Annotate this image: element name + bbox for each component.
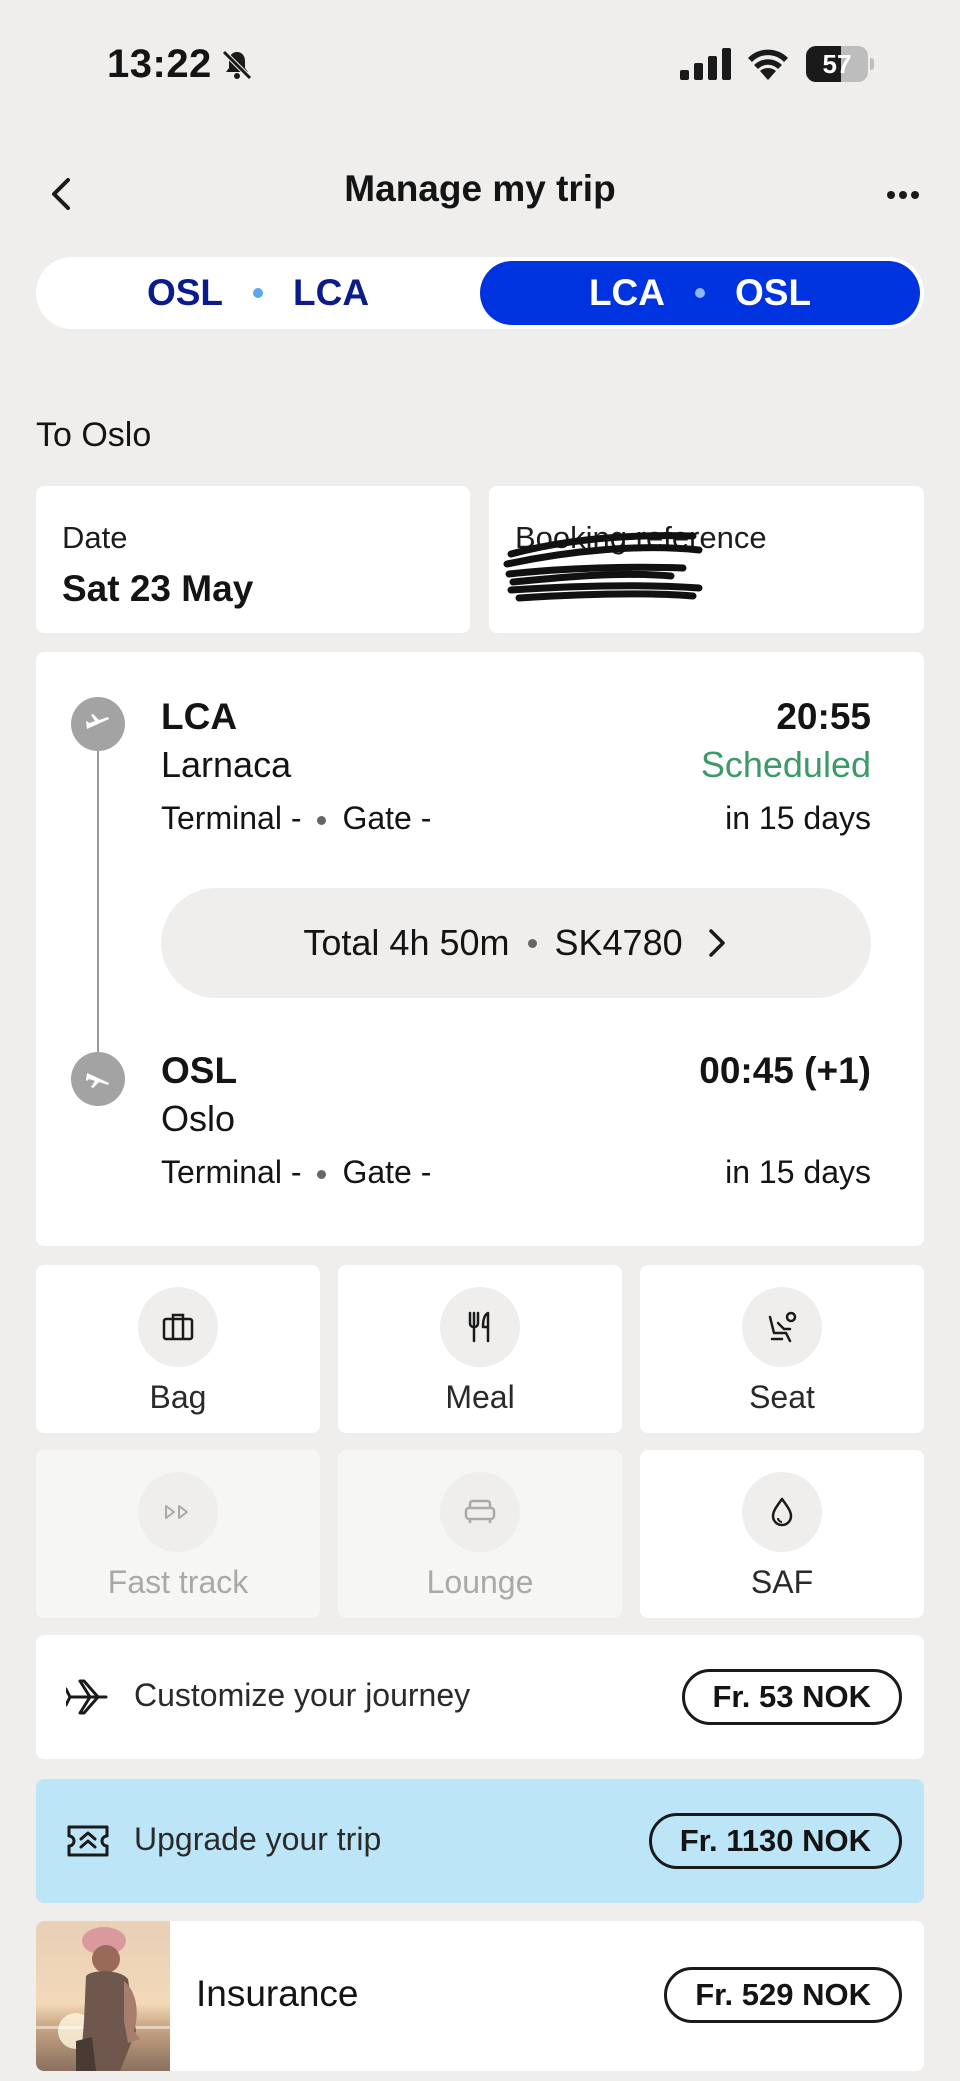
- upgrade-ticket-icon: [67, 1825, 109, 1857]
- tab-to: OSL: [734, 272, 812, 313]
- departure-relative-date: in 15 days: [725, 800, 871, 836]
- departure-city: Larnaca: [161, 744, 292, 785]
- plane-icon: [66, 1679, 108, 1715]
- service-tile-meal[interactable]: Meal: [338, 1265, 622, 1433]
- service-label: Seat: [749, 1379, 815, 1415]
- insurance-row[interactable]: Insurance Fr. 529 NOK: [36, 1921, 924, 2071]
- service-tile-fast-track: Fast track: [36, 1450, 320, 1618]
- arrival-city: Oslo: [161, 1098, 236, 1139]
- arrival-plane-icon: [71, 1052, 125, 1106]
- customize-journey-row[interactable]: Customize your journey Fr. 53 NOK: [36, 1635, 924, 1759]
- arrival-terminal: Terminal -: [161, 1154, 302, 1190]
- date-value: Sat 23 May: [62, 568, 254, 609]
- service-label: SAF: [750, 1564, 814, 1600]
- upgrade-trip-row[interactable]: Upgrade your trip Fr. 1130 NOK: [36, 1779, 924, 1903]
- dot-separator: [253, 288, 263, 298]
- departure-time: 20:55: [776, 696, 871, 737]
- insurance-price-button[interactable]: Fr. 529 NOK: [664, 1967, 902, 2023]
- service-tile-bag[interactable]: Bag: [36, 1265, 320, 1433]
- departure-terminal: Terminal -: [161, 800, 302, 836]
- arrival-terminal-gate: Terminal - Gate -: [161, 1154, 431, 1191]
- chevron-right-icon: [708, 929, 725, 957]
- dot-separator: [694, 288, 705, 298]
- booking-reference-card[interactable]: Booking reference: [489, 486, 924, 633]
- service-tile-seat[interactable]: Seat: [640, 1265, 924, 1433]
- section-title: To Oslo: [36, 416, 152, 454]
- arrival-time: 00:45 (+1): [699, 1050, 871, 1091]
- page-title: Manage my trip: [344, 168, 616, 209]
- tab-to: LCA: [293, 272, 370, 313]
- service-label: Meal: [445, 1379, 515, 1415]
- timeline-line: [97, 732, 99, 1070]
- flight-details-button[interactable]: Total 4h 50m SK4780: [161, 888, 871, 998]
- total-duration: Total 4h 50m: [303, 922, 510, 963]
- arrival-relative-date: in 15 days: [725, 1154, 871, 1190]
- service-tile-lounge: Lounge: [338, 1450, 622, 1618]
- bell-off-icon: [222, 50, 252, 80]
- fast-track-icon: [165, 1505, 188, 1519]
- service-label: Bag: [149, 1379, 207, 1415]
- flight-number: SK4780: [554, 922, 683, 963]
- service-label: Lounge: [426, 1564, 534, 1600]
- more-options-icon[interactable]: [886, 188, 920, 202]
- customize-label: Customize your journey: [134, 1677, 471, 1713]
- bag-icon: [162, 1313, 194, 1341]
- signal-icon: [680, 48, 731, 80]
- droplet-icon: [771, 1497, 793, 1527]
- departure-plane-icon: [71, 697, 125, 751]
- insurance-label: Insurance: [196, 1973, 359, 2014]
- meal-icon: [468, 1311, 490, 1343]
- redacted-booking-reference: [503, 532, 703, 602]
- tab-lca-osl[interactable]: LCA OSL: [480, 261, 920, 325]
- arrival-code: OSL: [161, 1050, 238, 1091]
- departure-terminal-gate: Terminal - Gate -: [161, 800, 431, 837]
- service-label: Fast track: [107, 1564, 249, 1600]
- route-segment-control: OSL LCA LCA OSL: [36, 257, 924, 329]
- wifi-icon: [748, 49, 788, 80]
- customize-price-button[interactable]: Fr. 53 NOK: [681, 1669, 902, 1725]
- flight-itinerary-card: LCA Larnaca Terminal - Gate - 20:55 Sched…: [36, 652, 924, 1246]
- status-bar: 13:22 57: [0, 0, 960, 130]
- date-label: Date: [62, 520, 128, 555]
- lounge-icon: [464, 1499, 496, 1523]
- tab-from: OSL: [146, 272, 223, 313]
- battery-indicator: 57: [806, 46, 874, 82]
- departure-gate: Gate -: [342, 800, 432, 836]
- upgrade-label: Upgrade your trip: [134, 1821, 382, 1857]
- status-time: 13:22: [107, 42, 212, 86]
- service-tile-saf[interactable]: SAF: [640, 1450, 924, 1618]
- insurance-photo: [36, 1921, 170, 2071]
- arrival-gate: Gate -: [342, 1154, 432, 1190]
- tab-osl-lca[interactable]: OSL LCA: [40, 261, 476, 325]
- date-card: Date Sat 23 May: [36, 486, 470, 633]
- seat-icon: [768, 1311, 797, 1343]
- flight-status: Scheduled: [700, 744, 871, 785]
- departure-code: LCA: [161, 696, 238, 737]
- battery-percent: 57: [822, 49, 852, 79]
- tab-from: LCA: [588, 272, 665, 313]
- upgrade-price-button[interactable]: Fr. 1130 NOK: [648, 1813, 902, 1869]
